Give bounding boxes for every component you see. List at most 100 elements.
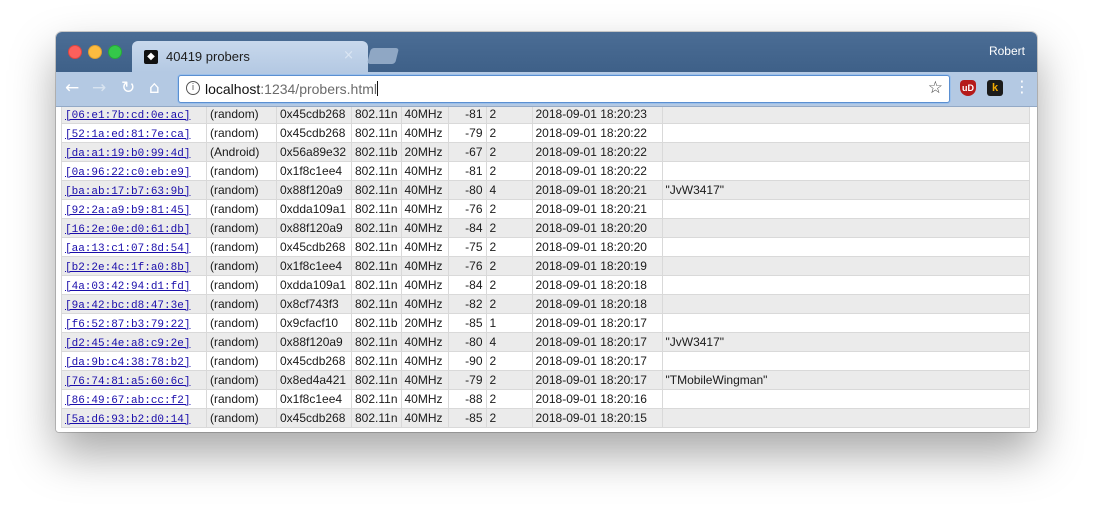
browser-window: ◆ 40419 probers × Robert ← → ↻ ⌂ i local… xyxy=(56,32,1037,432)
count-cell: 4 xyxy=(485,332,533,352)
hash-cell: 0x56a89e32 xyxy=(276,142,352,162)
address-bar[interactable]: i localhost:1234/probers.html ☆ xyxy=(178,75,950,103)
mac-address-link[interactable]: [4a:03:42:94:d1:fd] xyxy=(65,281,190,293)
mac-address-link[interactable]: [9a:42:bc:d8:47:3e] xyxy=(65,300,190,312)
mac-address-link[interactable]: [f6:52:87:b3:79:22] xyxy=(65,319,190,331)
rssi-cell: -76 xyxy=(447,256,487,276)
rssi-cell: -79 xyxy=(447,370,487,390)
url-text[interactable]: localhost:1234/probers.html xyxy=(205,81,378,97)
mac-address-link[interactable]: [0a:96:22:c0:eb:e9] xyxy=(65,167,190,179)
table-row: [d2:45:4e:a8:c9:2e] (random) 0x88f120a9 802… xyxy=(61,332,1030,352)
tab-probers[interactable]: ◆ 40419 probers × xyxy=(132,41,368,72)
bandwidth-cell: 40MHz xyxy=(400,256,449,276)
count-cell: 2 xyxy=(485,218,533,238)
mac-cell: [b2:2e:4c:1f:a0:8b] xyxy=(61,256,207,276)
tab-close-icon[interactable]: × xyxy=(343,48,354,63)
forward-arrow-icon[interactable]: → xyxy=(92,78,106,98)
hash-cell: 0x45cdb268 xyxy=(276,237,352,257)
bandwidth-cell: 40MHz xyxy=(400,180,449,200)
count-cell: 2 xyxy=(485,351,533,371)
timestamp-cell: 2018-09-01 18:20:16 xyxy=(531,389,663,409)
vendor-cell: (random) xyxy=(206,332,277,352)
standard-cell: 802.11n xyxy=(351,332,402,352)
mac-address-link[interactable]: [da:a1:19:b0:99:4d] xyxy=(65,148,190,160)
back-arrow-icon[interactable]: ← xyxy=(65,78,79,98)
table-row: [52:1a:ed:81:7e:ca] (random) 0x45cdb268 802… xyxy=(61,123,1030,143)
table-row: [b2:2e:4c:1f:a0:8b] (random) 0x1f8c1ee4 802… xyxy=(61,256,1030,276)
mac-cell: [92:2a:a9:b9:81:45] xyxy=(61,199,207,219)
ssid-cell xyxy=(661,389,1030,409)
timestamp-cell: 2018-09-01 18:20:21 xyxy=(531,180,663,200)
rssi-cell: -67 xyxy=(447,142,487,162)
vendor-cell: (random) xyxy=(206,237,277,257)
mac-cell: [aa:13:c1:07:8d:54] xyxy=(61,237,207,257)
table-row: [5a:d6:93:b2:d0:14] (random) 0x45cdb268 802… xyxy=(61,408,1030,428)
mac-address-link[interactable]: [da:9b:c4:38:78:b2] xyxy=(65,357,190,369)
vendor-cell: (random) xyxy=(206,389,277,409)
ssid-cell xyxy=(661,199,1030,219)
bookmark-star-icon[interactable]: ☆ xyxy=(928,78,943,98)
ssid-cell: "JvW3417" xyxy=(661,332,1030,352)
tab-title: 40419 probers xyxy=(166,49,250,64)
mac-cell: [5a:d6:93:b2:d0:14] xyxy=(61,408,207,428)
mac-cell: [d2:45:4e:a8:c9:2e] xyxy=(61,332,207,352)
mac-address-link[interactable]: [06:e1:7b:cd:0e:ac] xyxy=(65,110,190,122)
bandwidth-cell: 40MHz xyxy=(400,161,449,181)
bandwidth-cell: 40MHz xyxy=(400,199,449,219)
rssi-cell: -80 xyxy=(447,332,487,352)
mac-address-link[interactable]: [ba:ab:17:b7:63:9b] xyxy=(65,186,190,198)
timestamp-cell: 2018-09-01 18:20:18 xyxy=(531,294,663,314)
close-window-button[interactable] xyxy=(68,45,82,59)
probers-table-body: [06:e1:7b:cd:0e:ac] (random) 0x45cdb268 802… xyxy=(61,107,1030,428)
rssi-cell: -85 xyxy=(447,408,487,428)
standard-cell: 802.11n xyxy=(351,389,402,409)
mac-address-link[interactable]: [d2:45:4e:a8:c9:2e] xyxy=(65,338,190,350)
reload-icon[interactable]: ↻ xyxy=(121,78,135,98)
hash-cell: 0x1f8c1ee4 xyxy=(276,256,352,276)
timestamp-cell: 2018-09-01 18:20:17 xyxy=(531,332,663,352)
mac-address-link[interactable]: [76:74:81:a5:60:6c] xyxy=(65,376,190,388)
count-cell: 2 xyxy=(485,142,533,162)
timestamp-cell: 2018-09-01 18:20:17 xyxy=(531,313,663,333)
ssid-cell xyxy=(661,294,1030,314)
count-cell: 2 xyxy=(485,408,533,428)
url-host: localhost xyxy=(205,81,261,97)
title-bar: ◆ 40419 probers × Robert xyxy=(56,32,1037,72)
k-extension-icon[interactable]: k xyxy=(987,80,1003,96)
standard-cell: 802.11n xyxy=(351,107,402,124)
mac-address-link[interactable]: [86:49:67:ab:cc:f2] xyxy=(65,395,190,407)
ublock-extension-icon[interactable]: uD xyxy=(960,80,976,96)
browser-menu-icon[interactable]: ⋮ xyxy=(1014,79,1030,95)
table-row: [aa:13:c1:07:8d:54] (random) 0x45cdb268 802… xyxy=(61,237,1030,257)
table-row: [f6:52:87:b3:79:22] (random) 0x9cfacf10 802… xyxy=(61,313,1030,333)
minimize-window-button[interactable] xyxy=(88,45,102,59)
hash-cell: 0x8ed4a421 xyxy=(276,370,352,390)
vendor-cell: (random) xyxy=(206,180,277,200)
timestamp-cell: 2018-09-01 18:20:19 xyxy=(531,256,663,276)
mac-address-link[interactable]: [aa:13:c1:07:8d:54] xyxy=(65,243,190,255)
mac-address-link[interactable]: [16:2e:0e:d0:61:db] xyxy=(65,224,190,236)
ssid-cell xyxy=(661,256,1030,276)
home-icon[interactable]: ⌂ xyxy=(149,78,160,98)
ssid-cell xyxy=(661,142,1030,162)
table-row: [86:49:67:ab:cc:f2] (random) 0x1f8c1ee4 802… xyxy=(61,389,1030,409)
standard-cell: 802.11n xyxy=(351,218,402,238)
mac-address-link[interactable]: [b2:2e:4c:1f:a0:8b] xyxy=(65,262,190,274)
table-row: [da:a1:19:b0:99:4d] (Android) 0x56a89e32 80… xyxy=(61,142,1030,162)
new-tab-button[interactable] xyxy=(367,48,399,64)
mac-address-link[interactable]: [5a:d6:93:b2:d0:14] xyxy=(65,414,190,426)
count-cell: 2 xyxy=(485,237,533,257)
ssid-cell xyxy=(661,123,1030,143)
probers-table: [06:e1:7b:cd:0e:ac] (random) 0x45cdb268 802… xyxy=(61,107,1030,428)
zoom-window-button[interactable] xyxy=(108,45,122,59)
mac-cell: [da:9b:c4:38:78:b2] xyxy=(61,351,207,371)
standard-cell: 802.11n xyxy=(351,180,402,200)
profile-name[interactable]: Robert xyxy=(989,44,1025,58)
standard-cell: 802.11n xyxy=(351,294,402,314)
info-icon[interactable]: i xyxy=(186,81,200,95)
count-cell: 4 xyxy=(485,180,533,200)
mac-address-link[interactable]: [52:1a:ed:81:7e:ca] xyxy=(65,129,190,141)
mac-address-link[interactable]: [92:2a:a9:b9:81:45] xyxy=(65,205,190,217)
timestamp-cell: 2018-09-01 18:20:22 xyxy=(531,142,663,162)
bandwidth-cell: 40MHz xyxy=(400,370,449,390)
